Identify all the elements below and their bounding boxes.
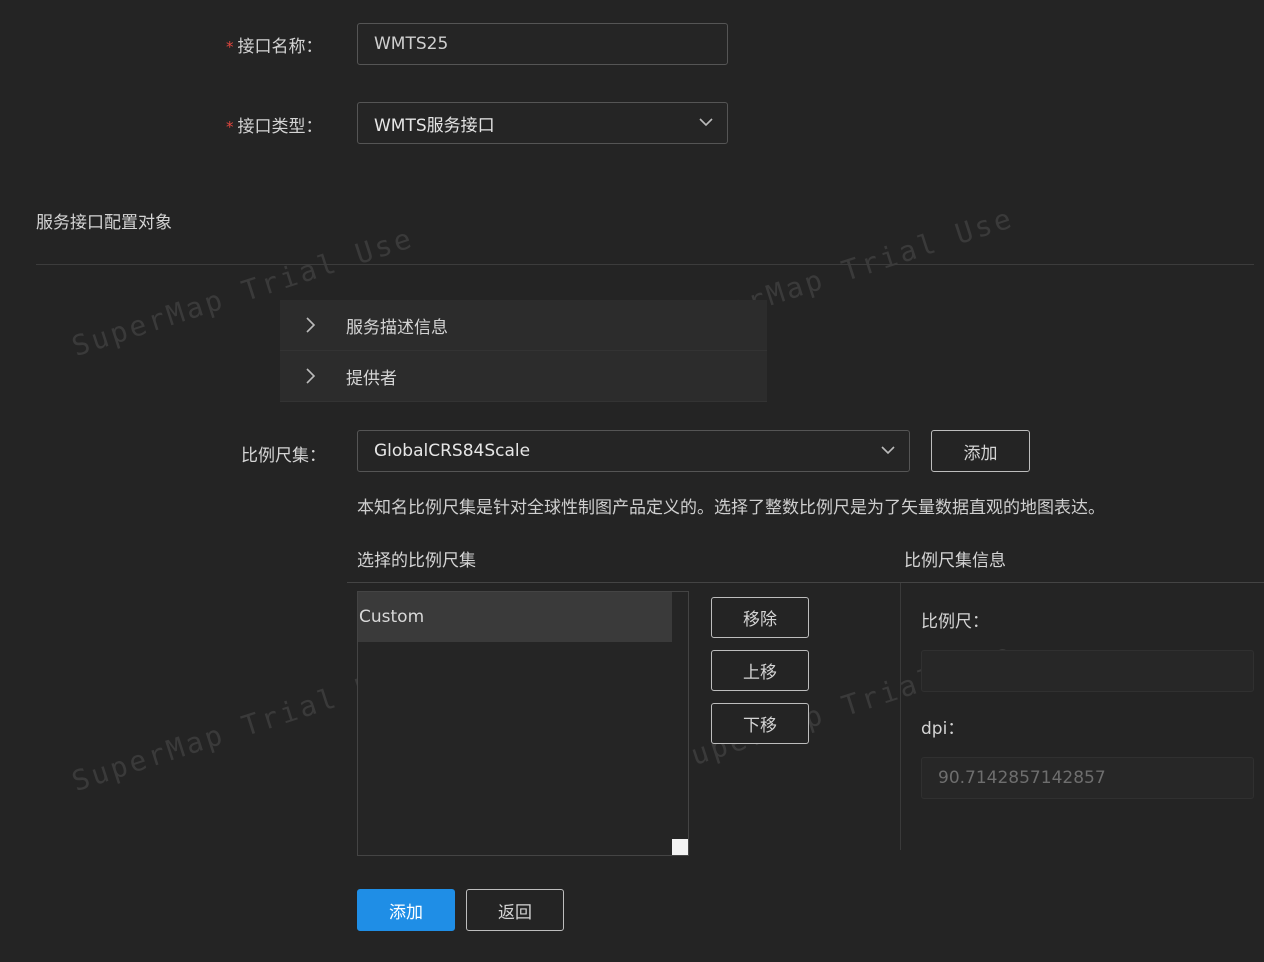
dpi-label: dpi (921, 719, 948, 739)
collapse-item-provider[interactable]: 提供者 (280, 351, 767, 402)
scaleset-description: 本知名比例尺集是针对全球性制图产品定义的。选择了整数比例尺是为了矢量数据直观的地… (357, 498, 1105, 518)
type-label: 接口类型 (237, 117, 306, 137)
chevron-down-icon (881, 446, 895, 455)
name-label: 接口名称 (237, 37, 306, 57)
colon: ： (309, 446, 326, 466)
selected-scaleset-list[interactable]: Custom (357, 591, 689, 856)
scaleset-add-button[interactable]: 添加 (931, 430, 1030, 472)
colon: ： (972, 612, 989, 632)
type-label-group: * 接口类型： (226, 112, 323, 137)
move-down-button[interactable]: 下移 (711, 703, 809, 744)
section-divider (36, 264, 1254, 265)
chevron-down-icon (699, 118, 713, 127)
required-mark: * (226, 38, 234, 56)
selected-scaleset-header: 选择的比例尺集 (357, 551, 476, 571)
chevron-right-icon (306, 317, 316, 333)
colon: ： (305, 117, 323, 137)
scaleset-label-group: 比例尺集： (241, 441, 326, 466)
scale-input[interactable] (921, 650, 1254, 692)
scaleset-select-value: GlobalCRS84Scale (374, 441, 531, 461)
scaleset-label: 比例尺集 (241, 446, 309, 466)
dpi-input-value: 90.7142857142857 (938, 768, 1106, 788)
type-select-value: WMTS服务接口 (374, 115, 495, 136)
colon: ： (305, 37, 323, 57)
remove-button[interactable]: 移除 (711, 597, 809, 638)
dpi-label-group: dpi： (921, 714, 964, 739)
list-item[interactable]: Custom (358, 592, 672, 642)
move-up-button[interactable]: 上移 (711, 650, 809, 691)
chevron-right-icon (306, 368, 316, 384)
collapse-item-label: 提供者 (346, 368, 397, 389)
dpi-input[interactable]: 90.7142857142857 (921, 757, 1254, 799)
list-item-label: Custom (359, 607, 425, 627)
type-select[interactable]: WMTS服务接口 (357, 102, 728, 144)
collapse-item-label: 服务描述信息 (346, 317, 448, 338)
scaleset-select[interactable]: GlobalCRS84Scale (357, 430, 910, 472)
name-input-value: WMTS25 (374, 34, 449, 54)
scale-label: 比例尺 (921, 612, 972, 632)
header-divider (347, 582, 1264, 583)
name-label-group: * 接口名称： (226, 32, 323, 57)
section-title: 服务接口配置对象 (36, 213, 172, 233)
colon: ： (947, 719, 965, 739)
collapse-item-service-description[interactable]: 服务描述信息 (280, 300, 767, 351)
back-button[interactable]: 返回 (466, 889, 564, 931)
scaleset-info-header: 比例尺集信息 (904, 551, 1006, 571)
name-input[interactable]: WMTS25 (357, 23, 728, 65)
resize-handle[interactable] (672, 839, 688, 855)
vertical-divider (900, 583, 901, 850)
scale-label-group: 比例尺： (921, 607, 989, 632)
collapse-panel: 服务描述信息 提供者 (280, 300, 767, 402)
submit-add-button[interactable]: 添加 (357, 889, 455, 931)
required-mark: * (226, 118, 234, 136)
